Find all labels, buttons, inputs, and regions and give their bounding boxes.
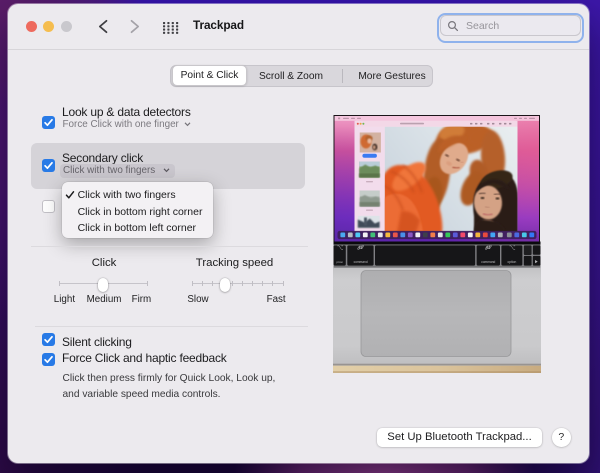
svg-text:command: command <box>354 260 368 264</box>
svg-text:option: option <box>508 260 517 264</box>
svg-text:ption: ption <box>337 260 344 264</box>
svg-text:command: command <box>481 260 495 264</box>
